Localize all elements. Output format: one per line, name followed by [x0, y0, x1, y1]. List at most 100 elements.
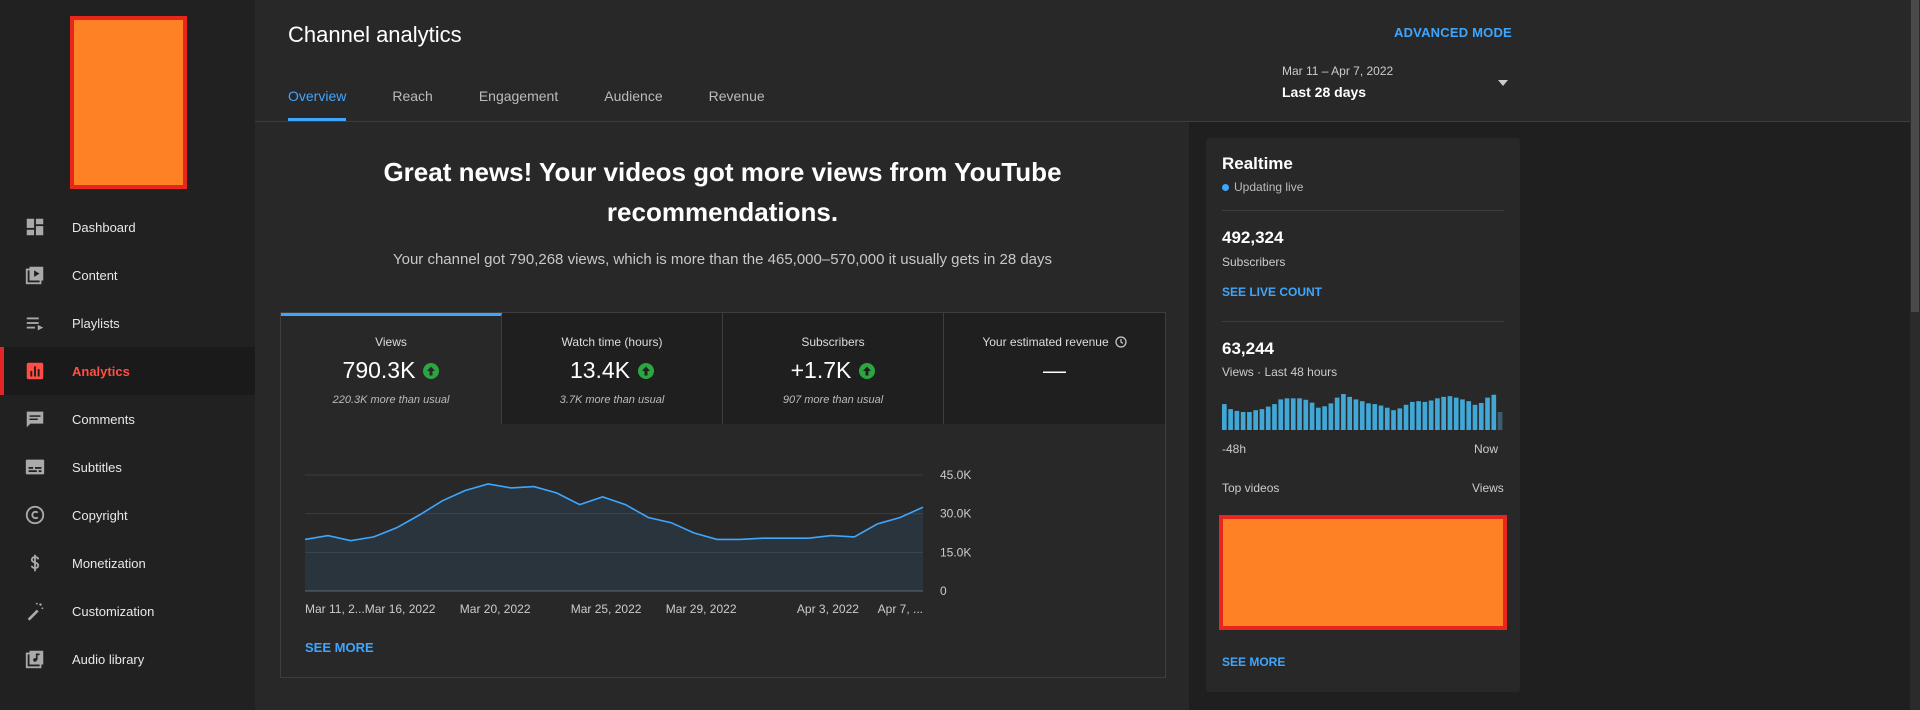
sidebar-item-label: Analytics	[72, 363, 130, 379]
realtime-bar	[1253, 410, 1258, 430]
metric-label: Views	[375, 335, 407, 349]
metric-label: Subscribers	[801, 335, 865, 349]
sidebar-item-content[interactable]: Content	[0, 251, 255, 299]
see-more-button[interactable]: SEE MORE	[305, 640, 374, 655]
realtime-bar	[1428, 400, 1434, 430]
tab-revenue[interactable]: Revenue	[709, 88, 765, 121]
y-tick-label: 15.0K	[940, 545, 971, 559]
sidebar-item-monetization[interactable]: Monetization	[0, 539, 255, 587]
sidebar-item-copyright[interactable]: Copyright	[0, 491, 255, 539]
metric-value: 13.4K	[569, 357, 631, 383]
date-range-picker[interactable]: Mar 11 – Apr 7, 2022 Last 28 days	[1282, 64, 1508, 108]
subscriber-count: 492,324	[1222, 228, 1284, 247]
realtime-bar	[1316, 407, 1321, 430]
x-tick-label: Mar 20, 2022	[460, 602, 531, 616]
metric-subscribers[interactable]: Subscribers +1.7K 907 more than usual	[723, 313, 944, 424]
scrollbar-thumb[interactable]	[1911, 0, 1919, 312]
sidebar-item-label: Subtitles	[72, 459, 122, 475]
x-tick-label: Mar 29, 2022	[666, 602, 737, 616]
sidebar-item-comments[interactable]: Comments	[0, 395, 255, 443]
subscriber-label: Subscribers	[1222, 255, 1286, 269]
insight-subline: Your channel got 790,268 views, which is…	[392, 251, 1053, 268]
metric-note: 907 more than usual	[782, 394, 884, 406]
sidebar-item-analytics[interactable]: Analytics	[0, 347, 255, 395]
realtime-bar	[1447, 396, 1453, 430]
page-title: Channel analytics	[288, 22, 462, 47]
axis-end-label: Now	[1474, 442, 1499, 456]
realtime-bar	[1297, 398, 1302, 430]
realtime-bar	[1265, 406, 1271, 430]
metric-estimated-revenue[interactable]: Your estimated revenue —	[944, 313, 1165, 424]
realtime-bar	[1460, 399, 1465, 430]
x-tick-label: Apr 7, ...	[878, 602, 923, 616]
sidebar-item-dashboard[interactable]: Dashboard	[0, 203, 255, 251]
x-tick-label: Mar 25, 2022	[571, 602, 642, 616]
realtime-bar	[1303, 399, 1309, 430]
realtime-bar	[1391, 410, 1396, 430]
realtime-bar	[1359, 401, 1365, 430]
sidebar-item-label: Customization	[72, 603, 155, 619]
sidebar-item-playlists[interactable]: Playlists	[0, 299, 255, 347]
sidebar-item-label: Copyright	[72, 507, 128, 523]
sidebar-item-audio-library[interactable]: Audio library	[0, 635, 255, 683]
x-tick-label: Mar 11, 2...	[305, 602, 365, 616]
x-tick-label: Apr 3, 2022	[797, 602, 859, 616]
realtime-bar	[1247, 412, 1252, 430]
divider	[1222, 321, 1504, 322]
views-label: Views · Last 48 hours	[1222, 365, 1338, 379]
sidebar-item-customization[interactable]: Customization	[0, 587, 255, 635]
realtime-bar	[1441, 396, 1446, 430]
realtime-card: Realtime Updating live 492,324 Subscribe…	[1206, 138, 1520, 692]
realtime-bar	[1410, 401, 1415, 430]
audio-library-icon	[25, 650, 44, 669]
top-video-thumbnail[interactable]	[1219, 515, 1507, 630]
advanced-mode-button[interactable]: ADVANCED MODE	[1394, 25, 1512, 40]
realtime-bar	[1309, 402, 1315, 430]
live-indicator: Updating live	[1222, 180, 1303, 194]
trend-up-icon	[859, 362, 876, 379]
customization-icon	[27, 602, 44, 621]
realtime-bar	[1491, 394, 1497, 430]
metric-tabs: Views 790.3K 220.3K more than usual Watc…	[281, 313, 1165, 424]
monetization-icon	[30, 554, 40, 572]
see-more-realtime-button[interactable]: SEE MORE	[1222, 655, 1285, 669]
see-live-count-button[interactable]: SEE LIVE COUNT	[1222, 285, 1322, 299]
realtime-bar	[1372, 404, 1378, 430]
tab-engagement[interactable]: Engagement	[479, 88, 558, 121]
realtime-bar	[1453, 397, 1459, 430]
realtime-bar	[1222, 404, 1227, 430]
clock-icon	[1115, 336, 1127, 348]
realtime-bar	[1290, 398, 1296, 430]
realtime-bar	[1347, 396, 1352, 430]
views-count: 63,244	[1222, 339, 1274, 358]
live-dot-icon	[1222, 183, 1229, 191]
realtime-title: Realtime	[1222, 154, 1293, 173]
channel-avatar[interactable]	[70, 16, 187, 189]
tab-reach[interactable]: Reach	[392, 88, 432, 121]
sidebar-item-label: Monetization	[72, 555, 146, 571]
top-videos-label: Top videos	[1222, 481, 1280, 495]
realtime-bar	[1334, 397, 1340, 430]
sidebar-item-subtitles[interactable]: Subtitles	[0, 443, 255, 491]
realtime-bar	[1422, 401, 1428, 430]
y-tick-label: 0	[940, 584, 947, 598]
metric-note: 3.7K more than usual	[559, 394, 665, 406]
realtime-bar	[1472, 404, 1478, 430]
realtime-bar	[1228, 409, 1233, 430]
metrics-card: Views 790.3K 220.3K more than usual Watc…	[280, 312, 1166, 678]
realtime-bar	[1378, 405, 1384, 430]
realtime-bar	[1240, 412, 1246, 430]
metric-watch-time[interactable]: Watch time (hours) 13.4K 3.7K more than …	[502, 313, 723, 424]
date-range-text: Mar 11 – Apr 7, 2022	[1282, 64, 1394, 78]
tab-audience[interactable]: Audience	[604, 88, 662, 121]
realtime-bar	[1353, 399, 1359, 430]
tab-overview[interactable]: Overview	[288, 88, 347, 121]
views-chart: 45.0K 30.0K 15.0K 0 Mar 11, 2... Mar 16, 2022…	[304, 468, 971, 616]
realtime-bar	[1278, 399, 1284, 430]
realtime-bar	[1384, 407, 1390, 430]
sidebar-item-label: Playlists	[72, 315, 120, 331]
insight-headline: Great news! Your videos got more views f…	[383, 157, 1062, 227]
metric-views[interactable]: Views 790.3K 220.3K more than usual	[281, 313, 502, 424]
realtime-bar	[1466, 401, 1472, 430]
metric-value: 790.3K	[342, 357, 416, 383]
